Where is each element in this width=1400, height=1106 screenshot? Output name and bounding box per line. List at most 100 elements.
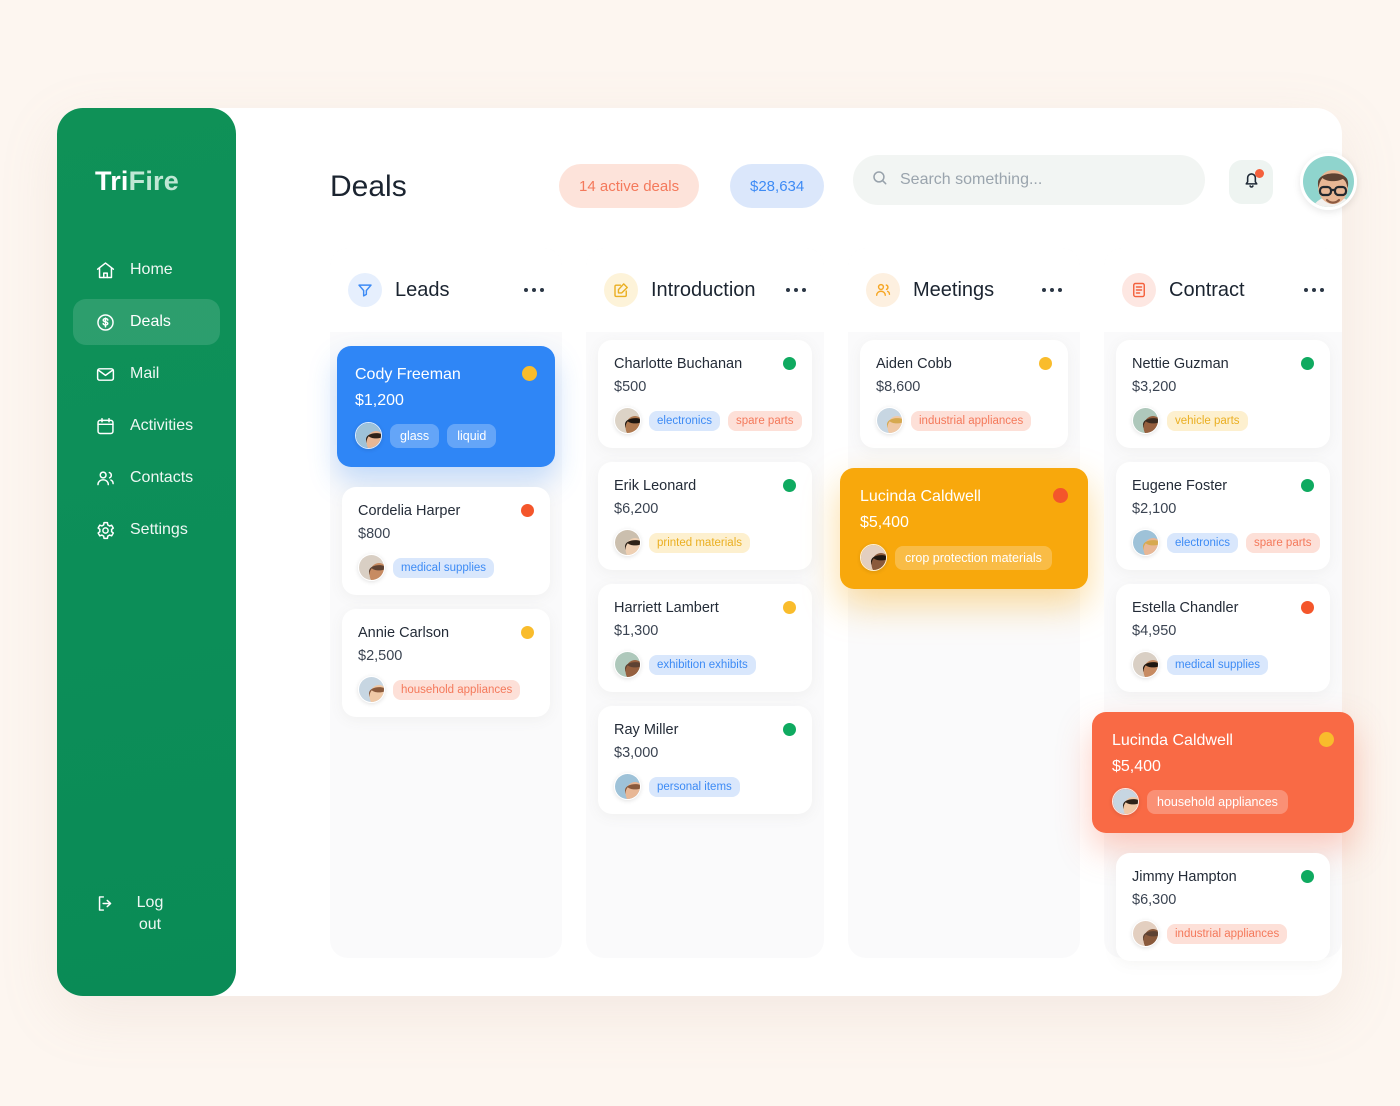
- deal-tag[interactable]: crop protection materials: [895, 545, 1052, 570]
- sidebar-item-contacts[interactable]: Contacts: [73, 455, 220, 501]
- deal-card-footer: medical supplies: [1132, 651, 1314, 678]
- contact-avatar: [614, 773, 641, 800]
- deal-tag[interactable]: personal items: [649, 776, 740, 797]
- deal-amount: $2,100: [1132, 501, 1177, 517]
- deal-tag[interactable]: medical supplies: [1167, 654, 1269, 675]
- search-input[interactable]: [900, 171, 1187, 189]
- deal-card[interactable]: Cordelia Harper $800 medical supplies: [342, 487, 550, 595]
- contact-avatar: [1132, 407, 1159, 434]
- deal-card[interactable]: Lucinda Caldwell $5,400 household applianc…: [1092, 712, 1354, 833]
- deal-status-dot: [1319, 732, 1334, 747]
- sidebar-item-settings[interactable]: Settings: [73, 507, 220, 553]
- column-header: Meetings: [848, 248, 1080, 332]
- deal-tag[interactable]: glass: [390, 423, 440, 448]
- notifications-button[interactable]: [1229, 160, 1273, 204]
- deal-card-footer: personal items: [614, 773, 796, 800]
- deal-tag[interactable]: liquid: [447, 423, 497, 448]
- kanban-column-introduction: Introduction Charlotte Buchanan $500 electr…: [586, 248, 824, 958]
- column-more-options-button[interactable]: [522, 282, 546, 298]
- deal-amount: $800: [358, 526, 391, 542]
- deal-card[interactable]: Ray Miller $3,000 personal items: [598, 706, 812, 814]
- column-cards: Nettie Guzman $3,200 vehicle parts Eugene F…: [1092, 332, 1354, 975]
- logo-text-primary: Tri: [95, 166, 129, 196]
- gear-icon: [95, 520, 116, 541]
- deal-amount: $2,500: [358, 648, 403, 664]
- deal-card[interactable]: Nettie Guzman $3,200 vehicle parts: [1116, 340, 1330, 448]
- deal-tag[interactable]: spare parts: [1245, 532, 1320, 553]
- deal-tag[interactable]: household appliances: [1147, 789, 1288, 814]
- deal-card[interactable]: Estella Chandler $4,950 medical supplies: [1116, 584, 1330, 692]
- deal-amount: $500: [614, 379, 647, 395]
- column-header: Contract: [1104, 248, 1342, 332]
- deal-card-footer: electronics spare parts: [1132, 529, 1320, 556]
- deal-card-footer: vehicle parts: [1132, 407, 1314, 434]
- contact-avatar: [876, 407, 903, 434]
- deal-contact-name: Estella Chandler: [1132, 600, 1239, 616]
- sidebar-item-mail[interactable]: Mail: [73, 351, 220, 397]
- user-avatar[interactable]: [1300, 153, 1357, 210]
- column-header: Introduction: [586, 248, 824, 332]
- column-cards: Charlotte Buchanan $500 electronics spare p…: [586, 332, 824, 828]
- deal-card[interactable]: Erik Leonard $6,200 printed materials: [598, 462, 812, 570]
- deal-amount: $3,000: [614, 745, 659, 761]
- deal-tag[interactable]: vehicle parts: [1167, 410, 1248, 431]
- deal-card-footer: household appliances: [1112, 788, 1334, 815]
- deal-amount: $6,200: [614, 501, 659, 517]
- deal-card-footer: industrial appliances: [1132, 920, 1314, 947]
- top-header: Deals 14 active deals $28,634: [236, 108, 1357, 248]
- sidebar-item-label: Mail: [130, 365, 160, 382]
- deal-amount: $5,400: [1112, 758, 1161, 775]
- column-more-options-button[interactable]: [784, 282, 808, 298]
- deal-card[interactable]: Eugene Foster $2,100 electronics spare part…: [1116, 462, 1330, 570]
- contact-avatar: [1132, 651, 1159, 678]
- deal-contact-name: Nettie Guzman: [1132, 356, 1229, 372]
- deal-tag[interactable]: exhibition exhibits: [649, 654, 756, 675]
- deal-card[interactable]: Annie Carlson $2,500 household appliances: [342, 609, 550, 717]
- deal-status-dot: [1053, 488, 1068, 503]
- column-title: Meetings: [913, 278, 995, 301]
- deal-tag[interactable]: medical supplies: [393, 557, 495, 578]
- sidebar-item-activities[interactable]: Activities: [73, 403, 220, 449]
- deal-contact-name: Harriett Lambert: [614, 600, 719, 616]
- deal-card[interactable]: Jimmy Hampton $6,300 industrial appliances: [1116, 853, 1330, 961]
- contact-avatar: [358, 676, 385, 703]
- deal-card-footer: household appliances: [358, 676, 534, 703]
- column-more-options-button[interactable]: [1302, 282, 1326, 298]
- kanban-column-meetings: Meetings Aiden Cobb $8,600 industrial appli…: [840, 248, 1088, 958]
- document-icon: [1122, 273, 1156, 307]
- home-icon: [95, 260, 116, 281]
- deal-card[interactable]: Aiden Cobb $8,600 industrial appliances: [860, 340, 1068, 448]
- deal-tag[interactable]: household appliances: [393, 679, 521, 700]
- deal-tag[interactable]: industrial appliances: [1167, 923, 1288, 944]
- deal-tag[interactable]: electronics: [649, 410, 720, 431]
- deal-status-dot: [783, 357, 796, 370]
- deal-card[interactable]: Harriett Lambert $1,300 exhibition exhibit…: [598, 584, 812, 692]
- search-icon: [871, 169, 889, 192]
- deal-contact-name: Lucinda Caldwell: [1112, 732, 1233, 749]
- contact-avatar: [860, 544, 887, 571]
- deal-tag[interactable]: electronics: [1167, 532, 1238, 553]
- contact-avatar: [1132, 920, 1159, 947]
- deal-card-footer: glass liquid: [355, 422, 537, 449]
- deal-tag[interactable]: spare parts: [727, 410, 802, 431]
- deal-contact-name: Annie Carlson: [358, 625, 450, 641]
- sidebar-item-label: Home: [130, 261, 173, 278]
- deal-card[interactable]: Lucinda Caldwell $5,400 crop protection ma…: [840, 468, 1088, 589]
- deal-tag[interactable]: printed materials: [649, 532, 751, 553]
- deal-status-dot: [1301, 601, 1314, 614]
- deal-card[interactable]: Charlotte Buchanan $500 electronics spare p…: [598, 340, 812, 448]
- deal-status-dot: [1301, 479, 1314, 492]
- deal-tag[interactable]: industrial appliances: [911, 410, 1032, 431]
- main-content: Deals 14 active deals $28,634 Search som…: [236, 108, 1357, 996]
- sidebar-item-deals[interactable]: Deals: [73, 299, 220, 345]
- sidebar-item-home[interactable]: Home: [73, 247, 220, 293]
- column-more-options-button[interactable]: [1040, 282, 1064, 298]
- deal-card[interactable]: Cody Freeman $1,200 glass liquid: [337, 346, 555, 467]
- contact-avatar: [614, 651, 641, 678]
- people-icon: [866, 273, 900, 307]
- logout-button[interactable]: Log out: [57, 892, 236, 936]
- deal-status-dot: [522, 366, 537, 381]
- app-logo: TriFire: [95, 166, 236, 197]
- search-box[interactable]: [853, 155, 1205, 205]
- sidebar-item-label: Activities: [130, 417, 194, 434]
